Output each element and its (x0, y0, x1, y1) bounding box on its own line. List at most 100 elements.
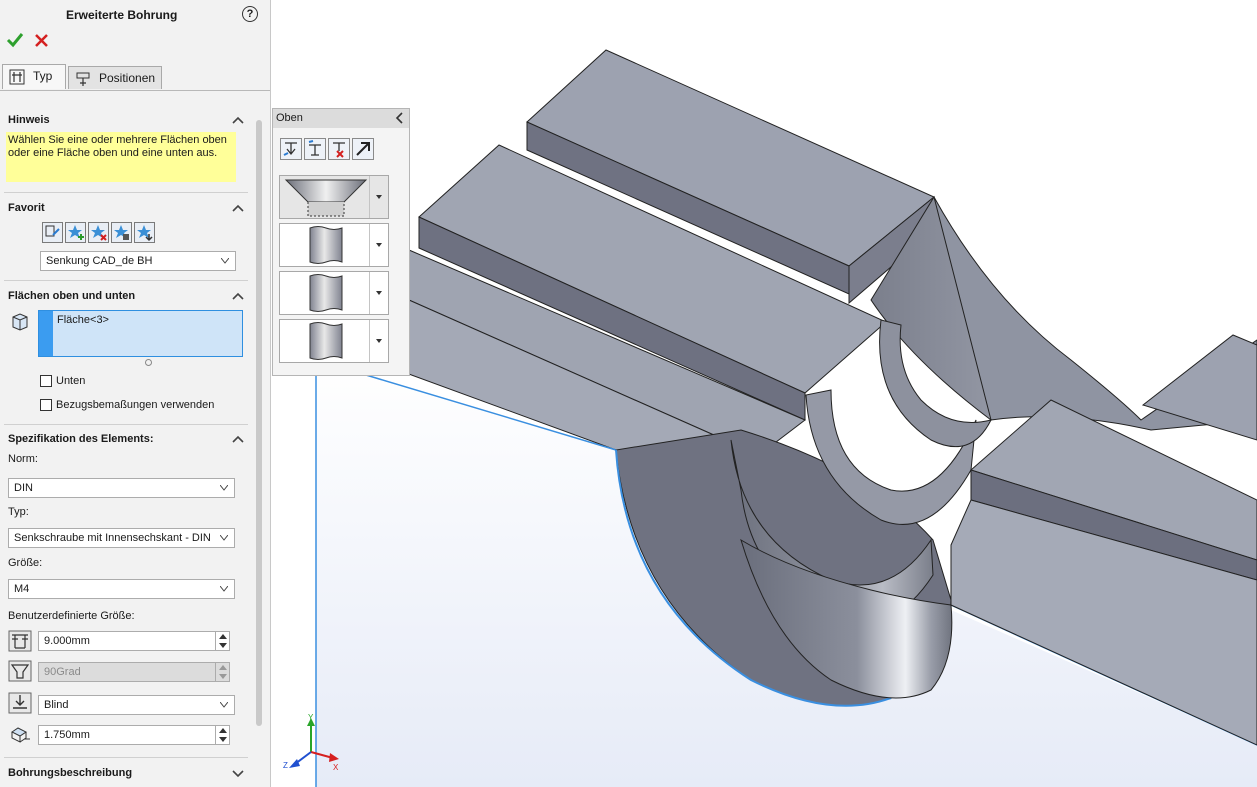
axis-z-label: Z (283, 761, 288, 770)
coordinate-triad: Y X Z (283, 713, 339, 772)
favorite-delete-button[interactable] (88, 222, 109, 243)
angle-value: 90Grad (44, 666, 81, 678)
star-plus-icon (68, 225, 84, 240)
star-save-icon (114, 225, 129, 240)
size-label: Größe: (8, 557, 43, 569)
chevron-up-icon (232, 204, 244, 212)
angle-spinner (215, 662, 230, 682)
favorite-select-value: Senkung CAD_de BH (46, 255, 153, 267)
section-faces-header[interactable]: Flächen oben und unten (0, 286, 250, 308)
tab-typ[interactable]: Typ (2, 64, 66, 89)
diameter-input[interactable]: 9.000mm (38, 631, 230, 651)
hole-segment-flyout: Oben (272, 108, 410, 376)
hint-message: Wählen Sie eine oder mehrere Flächen obe… (6, 132, 236, 182)
section-hole-description-title: Bohrungsbeschreibung (8, 767, 133, 779)
favorite-update-button[interactable] (42, 222, 63, 243)
axis-x-label: X (333, 763, 339, 772)
star-load-icon (137, 225, 153, 242)
faces-selection-list[interactable]: Fläche<3> (38, 310, 243, 357)
face-selection-icon (12, 313, 28, 331)
expand-flyout-button[interactable] (352, 138, 374, 160)
spin-up-icon[interactable] (219, 634, 227, 639)
typ-label: Typ: (8, 506, 29, 518)
chevron-down-icon (220, 485, 228, 491)
countersink-angle-icon (8, 660, 32, 682)
segment-hole-2[interactable] (279, 271, 389, 315)
flyout-title: Oben (276, 112, 303, 124)
unten-label: Unten (56, 375, 86, 387)
favorite-load-button[interactable] (134, 222, 155, 243)
favorite-add-button[interactable] (65, 222, 86, 243)
favorite-select[interactable]: Senkung CAD_de BH (40, 251, 236, 271)
spin-down-icon[interactable] (219, 643, 227, 648)
insert-segment-button[interactable] (304, 138, 326, 160)
faces-selection-item[interactable]: Fläche<3> (57, 314, 109, 326)
property-manager-scrollbar[interactable] (256, 120, 262, 726)
reverse-direction-button[interactable] (280, 138, 302, 160)
help-icon[interactable]: ? (242, 6, 258, 22)
end-condition-select[interactable]: Blind (38, 695, 235, 715)
segment-hole-3-dropdown[interactable] (369, 320, 388, 362)
segment-countersink[interactable] (279, 175, 389, 219)
section-favorite-header[interactable]: Favorit (0, 198, 250, 220)
chevron-down-icon (221, 258, 229, 264)
favorite-save-button[interactable] (111, 222, 132, 243)
reverse-direction-icon (283, 142, 297, 156)
typ-select-value: Senkschraube mit Innensechskant - DIN (14, 532, 211, 544)
property-manager-header: Erweiterte Bohrung ? (0, 0, 270, 30)
section-element-spec-header[interactable]: Spezifikation des Elements: (0, 429, 250, 451)
graphics-viewport[interactable]: Y X Z (271, 0, 1257, 787)
hole-type-icon (9, 69, 25, 85)
diameter-spinner[interactable] (215, 631, 230, 651)
ok-checkmark-icon[interactable] (6, 30, 24, 50)
typ-select[interactable]: Senkschraube mit Innensechskant - DIN (8, 528, 235, 548)
selection-indicator (39, 311, 53, 356)
caret-down-icon (376, 195, 382, 199)
divider (4, 192, 248, 193)
segment-hole-2-dropdown[interactable] (369, 272, 388, 314)
depth-input[interactable]: 1.750mm (38, 725, 230, 745)
favorite-refresh-icon (45, 225, 60, 237)
depth-spinner[interactable] (215, 725, 230, 745)
segment-hole-3[interactable] (279, 319, 389, 363)
segment-countersink-dropdown[interactable] (369, 176, 388, 218)
spin-up-icon[interactable] (219, 728, 227, 733)
size-select-value: M4 (14, 583, 30, 595)
3d-model[interactable] (271, 0, 1257, 787)
end-condition-value: Blind (44, 699, 69, 711)
chevron-down-icon (232, 770, 244, 778)
arrow-up-right-icon (356, 142, 370, 156)
angle-input: 90Grad (38, 662, 230, 682)
spin-down-icon (219, 674, 227, 679)
chevron-up-icon (232, 292, 244, 300)
divider (4, 424, 248, 425)
depth-icon (11, 727, 30, 743)
delete-segment-button[interactable] (328, 138, 350, 160)
cylinder-segment-icon (309, 226, 343, 264)
segment-hole-1[interactable] (279, 223, 389, 267)
norm-select[interactable]: DIN (8, 478, 235, 498)
cancel-x-icon[interactable] (34, 30, 50, 50)
tab-positionen[interactable]: Positionen (68, 66, 162, 89)
cylinder-segment-icon (309, 322, 343, 360)
end-condition-icon (8, 692, 32, 714)
unten-checkbox[interactable] (40, 375, 52, 387)
divider (4, 757, 248, 758)
spin-down-icon[interactable] (219, 737, 227, 742)
segment-hole-1-dropdown[interactable] (369, 224, 388, 266)
size-select[interactable]: M4 (8, 579, 235, 599)
caret-down-icon (376, 291, 382, 295)
section-hint-header[interactable]: Hinweis (0, 110, 250, 132)
section-hole-description-header[interactable]: Bohrungsbeschreibung (0, 763, 250, 785)
axis-y-label: Y (308, 713, 314, 722)
divider (4, 280, 248, 281)
norm-label: Norm: (8, 453, 38, 465)
chevron-left-icon[interactable] (395, 112, 405, 124)
hole-position-icon (76, 72, 90, 86)
resize-grip[interactable] (145, 359, 152, 366)
depth-value: 1.750mm (44, 729, 90, 741)
cylinder-segment-icon (309, 274, 343, 312)
star-delete-icon (91, 225, 107, 241)
bezugsbemassungen-checkbox[interactable] (40, 399, 52, 411)
section-element-spec-title: Spezifikation des Elements: (8, 433, 154, 445)
